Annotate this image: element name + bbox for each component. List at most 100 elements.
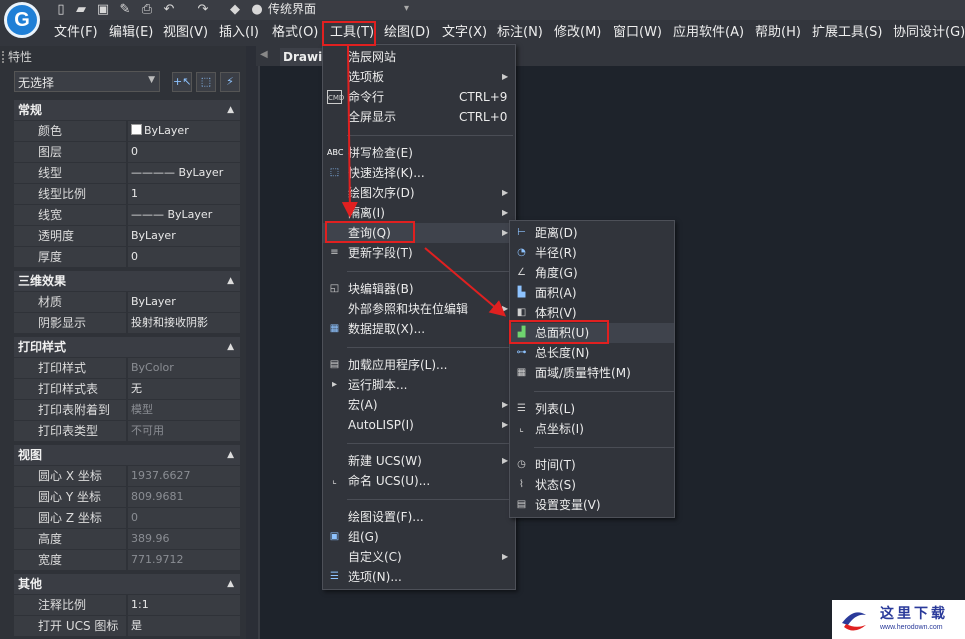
property-row[interactable]: 厚度 0 bbox=[14, 247, 240, 268]
menu-modify[interactable]: 修改(M) bbox=[554, 24, 601, 42]
property-value[interactable]: 投射和接收阴影 bbox=[128, 313, 240, 333]
property-value[interactable]: ByLayer bbox=[128, 292, 240, 312]
section-general[interactable]: 常规 ▲ bbox=[14, 100, 240, 120]
menu-item-id-point[interactable]: ⌞ 点坐标(I) bbox=[510, 419, 674, 439]
menu-item-macro[interactable]: 宏(A) ▶ bbox=[323, 395, 515, 415]
property-value[interactable]: 无 bbox=[128, 379, 240, 399]
menu-text[interactable]: 文字(X) bbox=[442, 24, 487, 42]
section-plot-style[interactable]: 打印样式 ▲ bbox=[14, 337, 240, 357]
property-row[interactable]: 宽度 771.9712 bbox=[14, 550, 240, 571]
menu-item-run-script[interactable]: ▸ 运行脚本... bbox=[323, 375, 515, 395]
print-icon[interactable]: ⎙ bbox=[140, 2, 154, 17]
save-icon[interactable]: ▣ bbox=[96, 2, 110, 17]
menu-draw[interactable]: 绘图(D) bbox=[384, 24, 430, 42]
redo-icon[interactable]: ↷ bbox=[196, 2, 210, 17]
menu-item-update-fields[interactable]: ≡ 更新字段(T) bbox=[323, 243, 515, 263]
menu-item-set-variable[interactable]: ▤ 设置变量(V) bbox=[510, 495, 674, 515]
property-value[interactable]: 1:1 bbox=[128, 595, 240, 615]
menu-item-quick-select[interactable]: ⬚ 快速选择(K)... bbox=[323, 163, 515, 183]
property-row[interactable]: 圆心 Z 坐标 0 bbox=[14, 508, 240, 529]
section-view[interactable]: 视图 ▲ bbox=[14, 445, 240, 465]
menu-item-list[interactable]: ☰ 列表(L) bbox=[510, 399, 674, 419]
property-row[interactable]: 圆心 X 坐标 1937.6627 bbox=[14, 466, 240, 487]
menu-item-customize[interactable]: 自定义(C) ▶ bbox=[323, 547, 515, 567]
menu-item-autolisp[interactable]: AutoLISP(I) ▶ bbox=[323, 415, 515, 435]
menu-item-load-app[interactable]: ▤ 加载应用程序(L)... bbox=[323, 355, 515, 375]
menu-format[interactable]: 格式(O) bbox=[272, 24, 318, 42]
menu-item-block-editor[interactable]: ◱ 块编辑器(B) bbox=[323, 279, 515, 299]
menu-view[interactable]: 视图(V) bbox=[163, 24, 208, 42]
undo-icon[interactable]: ↶ bbox=[162, 2, 176, 17]
menu-apps[interactable]: 应用软件(A) bbox=[673, 24, 744, 42]
menu-item-named-ucs[interactable]: ⌞ 命名 UCS(U)... bbox=[323, 471, 515, 491]
save-as-icon[interactable]: ✎ bbox=[118, 2, 132, 17]
menu-item-draw-order[interactable]: 绘图次序(D) ▶ bbox=[323, 183, 515, 203]
menu-item-isolate[interactable]: 隔离(I) ▶ bbox=[323, 203, 515, 223]
property-row[interactable]: 线型比例 1 bbox=[14, 184, 240, 205]
menu-item-radius[interactable]: ◔ 半径(R) bbox=[510, 243, 674, 263]
property-value[interactable]: ——— ByLayer bbox=[128, 205, 240, 225]
property-row[interactable]: 打开 UCS 图标是 bbox=[14, 616, 240, 637]
menu-window[interactable]: 窗口(W) bbox=[613, 24, 662, 42]
open-folder-icon[interactable]: ▰ bbox=[74, 2, 88, 17]
workspace-select[interactable]: 传统界面 bbox=[268, 0, 418, 18]
menu-extensions[interactable]: 扩展工具(S) bbox=[812, 24, 882, 42]
property-value[interactable]: 0 bbox=[128, 142, 240, 162]
menu-item-group[interactable]: ▣ 组(G) bbox=[323, 527, 515, 547]
menu-item-distance[interactable]: ⊢ 距离(D) bbox=[510, 223, 674, 243]
property-value[interactable]: 1 bbox=[128, 184, 240, 204]
menu-item-drafting-settings[interactable]: 绘图设置(F)... bbox=[323, 507, 515, 527]
menu-item-spell-check[interactable]: ABC 拼写检查(E) bbox=[323, 143, 515, 163]
property-row[interactable]: 高度 389.96 bbox=[14, 529, 240, 550]
property-row[interactable]: 图层 0 bbox=[14, 142, 240, 163]
menu-file[interactable]: 文件(F) bbox=[54, 24, 98, 42]
property-value[interactable]: ———— ByLayer bbox=[128, 163, 240, 183]
property-row[interactable]: 打印表附着到 模型 bbox=[14, 400, 240, 421]
menu-item-mass-properties[interactable]: ▦ 面域/质量特性(M) bbox=[510, 363, 674, 383]
layers-icon[interactable]: ◆ bbox=[228, 2, 242, 17]
chevron-left-icon[interactable]: ◀ bbox=[260, 49, 268, 60]
select-objects-icon[interactable]: ⬚ bbox=[196, 72, 216, 92]
menu-help[interactable]: 帮助(H) bbox=[755, 24, 801, 42]
property-row[interactable]: 透明度 ByLayer bbox=[14, 226, 240, 247]
toggle-pickadd-icon[interactable]: +↖ bbox=[172, 72, 192, 92]
property-row[interactable]: 颜色 ByLayer bbox=[14, 121, 240, 142]
menu-item-palettes[interactable]: 选项板 ▶ bbox=[323, 67, 515, 87]
menu-item-total-length[interactable]: ⊶ 总长度(N) bbox=[510, 343, 674, 363]
menu-dimension[interactable]: 标注(N) bbox=[497, 24, 543, 42]
chat-icon[interactable]: ● bbox=[250, 2, 264, 17]
menu-edit[interactable]: 编辑(E) bbox=[109, 24, 153, 42]
menu-item-website[interactable]: 浩辰网站 bbox=[323, 47, 515, 67]
property-row[interactable]: 圆心 Y 坐标 809.9681 bbox=[14, 487, 240, 508]
property-row[interactable]: 打印表类型 不可用 bbox=[14, 421, 240, 442]
chevron-down-icon[interactable]: ▾ bbox=[404, 0, 418, 18]
menu-item-status[interactable]: ⌇ 状态(S) bbox=[510, 475, 674, 495]
menu-item-options[interactable]: ☰ 选项(N)... bbox=[323, 567, 515, 587]
property-row[interactable]: 线宽 ——— ByLayer bbox=[14, 205, 240, 226]
property-value[interactable]: ByLayer bbox=[128, 121, 240, 141]
property-row[interactable]: 阴影显示 投射和接收阴影 bbox=[14, 313, 240, 334]
property-row[interactable]: 打印样式 ByColor bbox=[14, 358, 240, 379]
menu-item-fullscreen[interactable]: 全屏显示 CTRL+0 bbox=[323, 107, 515, 127]
property-row[interactable]: 打印样式表无 bbox=[14, 379, 240, 400]
property-value[interactable]: 0 bbox=[128, 247, 240, 267]
property-row[interactable]: 材质 ByLayer bbox=[14, 292, 240, 313]
property-row[interactable]: 线型 ———— ByLayer bbox=[14, 163, 240, 184]
menu-collab[interactable]: 协同设计(G) bbox=[893, 24, 965, 42]
menu-item-angle[interactable]: ∠ 角度(G) bbox=[510, 263, 674, 283]
property-row[interactable]: 注释比例 1:1 bbox=[14, 595, 240, 616]
new-file-icon[interactable]: ▯ bbox=[54, 2, 68, 17]
menu-item-xref-edit[interactable]: 外部参照和块在位编辑 ▶ bbox=[323, 299, 515, 319]
menu-item-time[interactable]: ◷ 时间(T) bbox=[510, 455, 674, 475]
menu-item-area[interactable]: ▙ 面积(A) bbox=[510, 283, 674, 303]
quick-select-icon[interactable]: ⚡ bbox=[220, 72, 240, 92]
property-value[interactable]: 是 bbox=[128, 616, 240, 636]
section-3d[interactable]: 三维效果 ▲ bbox=[14, 271, 240, 291]
property-value[interactable]: ByLayer bbox=[128, 226, 240, 246]
selection-dropdown[interactable]: 无选择 ▼ bbox=[14, 71, 160, 92]
section-misc[interactable]: 其他 ▲ bbox=[14, 574, 240, 594]
menu-insert[interactable]: 插入(I) bbox=[219, 24, 259, 42]
panel-grip-icon[interactable] bbox=[2, 51, 6, 63]
menu-item-command-line[interactable]: CMD 命令行 CTRL+9 bbox=[323, 87, 515, 107]
menu-item-new-ucs[interactable]: 新建 UCS(W) ▶ bbox=[323, 451, 515, 471]
